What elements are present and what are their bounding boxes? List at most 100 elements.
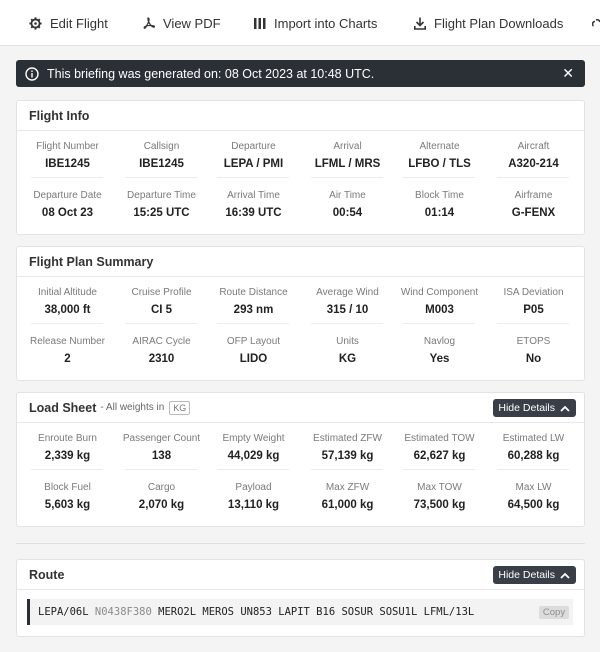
info-cell: Navlog Yes bbox=[393, 336, 486, 366]
section-divider bbox=[16, 543, 585, 544]
field-value: 2,070 kg bbox=[138, 499, 185, 511]
flight-plan-downloads-button[interactable]: Flight Plan Downloads bbox=[414, 0, 563, 46]
info-cell: Max LW 64,500 kg bbox=[487, 482, 580, 512]
field-value: 2 bbox=[64, 353, 71, 365]
info-cell: Cargo 2,070 kg bbox=[115, 482, 208, 512]
cloud-icon bbox=[592, 19, 600, 27]
field-value: Yes bbox=[429, 353, 450, 365]
field-label: Units bbox=[336, 336, 359, 347]
info-cell: Departure LEPA / PMI bbox=[207, 141, 300, 171]
field-label: Aircraft bbox=[517, 141, 550, 152]
chevron-up-icon bbox=[560, 572, 570, 579]
field-label: Enroute Burn bbox=[38, 433, 97, 444]
field-value: CI 5 bbox=[150, 304, 173, 316]
field-label: Departure Date bbox=[33, 190, 102, 201]
info-cell: ISA Deviation P05 bbox=[487, 287, 580, 317]
field-value: 57,139 kg bbox=[321, 450, 374, 462]
field-label: ISA Deviation bbox=[503, 287, 564, 298]
field-value: 13,110 kg bbox=[227, 499, 280, 511]
load-sheet-card: Load Sheet - All weights in KG Hide Deta… bbox=[16, 392, 585, 527]
info-cell: Wind Component M003 bbox=[393, 287, 486, 317]
info-cell: ETOPS No bbox=[487, 336, 580, 366]
card-title: Route bbox=[29, 567, 65, 582]
field-label: Max ZFW bbox=[325, 482, 370, 493]
field-value: 00:54 bbox=[332, 207, 363, 219]
card-title: Flight Info bbox=[29, 108, 90, 123]
info-cell: Air Time 00:54 bbox=[301, 190, 394, 220]
row-divider bbox=[311, 469, 383, 470]
view-pdf-button[interactable]: View PDF bbox=[143, 0, 221, 46]
field-value: No bbox=[525, 353, 542, 365]
field-value: 2310 bbox=[148, 353, 175, 365]
row-divider bbox=[217, 469, 289, 470]
import-into-charts-button[interactable]: Import into Charts bbox=[254, 0, 377, 46]
field-value: 01:14 bbox=[424, 207, 455, 219]
field-value: G-FENX bbox=[511, 207, 556, 219]
field-value: 64,500 kg bbox=[507, 499, 560, 511]
field-value: M003 bbox=[425, 304, 454, 316]
field-label: Cargo bbox=[147, 482, 176, 493]
download-icon bbox=[414, 17, 426, 30]
edit-flight-button[interactable]: Edit Flight bbox=[29, 0, 108, 46]
toolbar: Edit Flight View PDF Import into Charts … bbox=[0, 0, 600, 46]
field-label: Wind Component bbox=[400, 287, 479, 298]
field-value: 16:39 UTC bbox=[225, 207, 282, 219]
flight-info-header: Flight Info bbox=[17, 101, 584, 131]
row-divider bbox=[31, 469, 103, 470]
info-cell: Max ZFW 61,000 kg bbox=[301, 482, 394, 512]
weight-unit-badge: KG bbox=[169, 400, 191, 415]
field-value: 5,603 kg bbox=[44, 499, 91, 511]
route-waypoints: MERO2L MEROS UN853 LAPIT B16 SOSUR SOSU1… bbox=[158, 606, 475, 618]
columns-icon bbox=[254, 17, 266, 29]
field-label: Flight Number bbox=[36, 141, 99, 152]
field-label: Cruise Profile bbox=[131, 287, 192, 298]
gear-icon bbox=[29, 16, 42, 30]
info-cell: Airframe G-FENX bbox=[487, 190, 580, 220]
field-label: Departure bbox=[231, 141, 276, 152]
field-value: 44,029 kg bbox=[227, 450, 280, 462]
field-value: IBE1245 bbox=[139, 158, 184, 170]
field-value: 2,339 kg bbox=[44, 450, 91, 462]
close-icon[interactable]: ✕ bbox=[562, 66, 574, 80]
field-value: 315 / 10 bbox=[326, 304, 369, 316]
field-value: KG bbox=[338, 353, 357, 365]
field-label: Departure Time bbox=[127, 190, 196, 201]
field-label: Estimated LW bbox=[502, 433, 565, 444]
hide-details-button[interactable]: Hide Details bbox=[493, 399, 576, 417]
hide-details-button[interactable]: Hide Details bbox=[493, 566, 576, 584]
info-cell: Cruise Profile CI 5 bbox=[115, 287, 208, 317]
row-divider bbox=[403, 469, 475, 470]
field-label: Initial Altitude bbox=[38, 287, 97, 298]
info-cell: Average Wind 315 / 10 bbox=[301, 287, 394, 317]
field-value: 38,000 ft bbox=[44, 304, 91, 316]
info-cell: Arrival LFML / MRS bbox=[301, 141, 394, 171]
info-cell: Units KG bbox=[301, 336, 394, 366]
alert-message: This briefing was generated on: 08 Oct 2… bbox=[47, 66, 375, 81]
info-cell: Flight Number IBE1245 bbox=[21, 141, 114, 171]
info-cell: Route Distance 293 nm bbox=[207, 287, 300, 317]
field-value: 293 nm bbox=[233, 304, 274, 316]
card-title: Load Sheet bbox=[29, 400, 97, 415]
field-label: Max LW bbox=[515, 482, 552, 493]
overflow-toolbar-button[interactable] bbox=[592, 0, 600, 46]
row-divider bbox=[217, 177, 289, 178]
field-label: ETOPS bbox=[516, 336, 551, 347]
field-label: Payload bbox=[235, 482, 272, 493]
field-value: 60,288 kg bbox=[507, 450, 560, 462]
field-value: IBE1245 bbox=[45, 158, 90, 170]
field-value: 62,627 kg bbox=[413, 450, 466, 462]
import-into-charts-label: Import into Charts bbox=[274, 15, 378, 31]
info-cell: OFP Layout LIDO bbox=[207, 336, 300, 366]
load-sheet-subtitle: - All weights in bbox=[100, 402, 165, 413]
route-header: Route Hide Details bbox=[17, 560, 584, 590]
copy-route-button[interactable]: Copy bbox=[539, 606, 569, 619]
info-cell: Estimated ZFW 57,139 kg bbox=[301, 433, 394, 463]
field-value: 61,000 kg bbox=[321, 499, 374, 511]
field-value: LFML / MRS bbox=[314, 158, 381, 170]
row-divider bbox=[403, 177, 475, 178]
route-string: LEPA/06L N0438F380 MERO2L MEROS UN853 LA… bbox=[27, 599, 573, 625]
field-value: LIDO bbox=[239, 353, 268, 365]
info-cell: Estimated TOW 62,627 kg bbox=[393, 433, 486, 463]
row-divider bbox=[311, 177, 383, 178]
card-title: Flight Plan Summary bbox=[29, 254, 154, 269]
